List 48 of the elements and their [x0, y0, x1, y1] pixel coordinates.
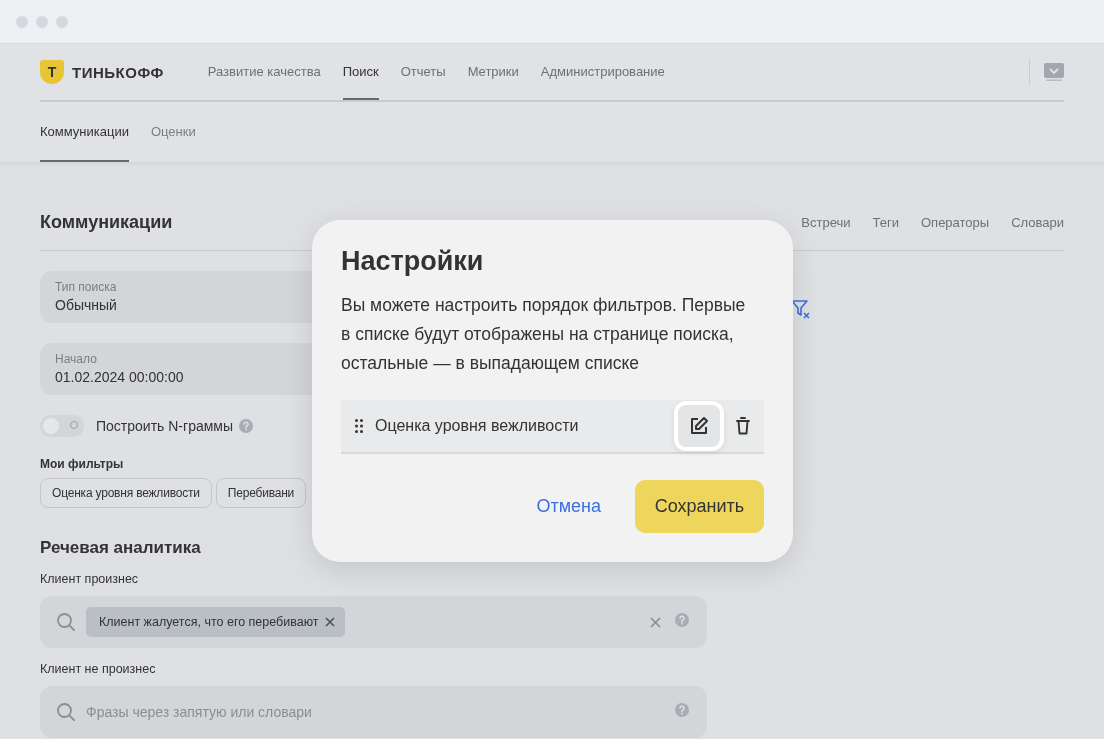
- filter-clear-icon[interactable]: [791, 299, 811, 319]
- filter-chip[interactable]: Перебивани: [215, 478, 307, 508]
- cancel-button[interactable]: Отмена: [536, 496, 601, 517]
- field-label: Клиент не произнес: [40, 662, 157, 676]
- nav-tab[interactable]: Развитие качества: [207, 44, 321, 100]
- section-tab[interactable]: Словари: [1011, 214, 1064, 230]
- search-bar[interactable]: Клиент жалуется, что его перебивают: [40, 596, 707, 648]
- edit-icon: [689, 416, 709, 436]
- dialog-title: Настройки: [341, 246, 485, 277]
- section-tab[interactable]: Операторы: [921, 214, 990, 230]
- field-label: Клиент произнес: [40, 572, 140, 586]
- section-label: Мои фильтры: [40, 457, 125, 471]
- save-button[interactable]: Сохранить: [635, 480, 764, 533]
- filter-row[interactable]: Оценка уровня вежливости: [341, 400, 764, 454]
- help-icon[interactable]: [675, 703, 689, 717]
- window-dot[interactable]: [36, 15, 48, 28]
- dialog-text: Вы можете настроить порядок фильтров. Первые в списке будут отображены на странице поиска, остальные — в выпадающем списке: [341, 294, 747, 375]
- nav-tab[interactable]: Поиск: [342, 44, 379, 100]
- window-dot[interactable]: [16, 15, 28, 28]
- search-icon: [56, 612, 76, 632]
- sub-tab[interactable]: Оценки: [150, 102, 196, 162]
- page-title: Коммуникации: [40, 211, 173, 233]
- section-title: Речевая аналитика: [40, 538, 202, 558]
- account-menu-icon[interactable]: [1044, 63, 1064, 81]
- remove-icon[interactable]: [324, 617, 335, 627]
- nav-tab[interactable]: Администрирование: [540, 44, 665, 100]
- trash-icon[interactable]: [736, 417, 750, 435]
- search-input[interactable]: Фразы через запятую или словари: [86, 704, 665, 720]
- drag-handle-icon[interactable]: [355, 419, 363, 433]
- edit-button[interactable]: [674, 401, 724, 451]
- search-icon: [56, 702, 76, 722]
- section-tab[interactable]: Встречи: [801, 214, 851, 230]
- section-tab[interactable]: Теги: [872, 214, 899, 230]
- window-dot[interactable]: [56, 15, 68, 28]
- filter-name: Оценка уровня вежливости: [375, 417, 580, 435]
- clear-icon[interactable]: [650, 616, 661, 628]
- filter-chip[interactable]: Оценка уровня вежливости: [40, 478, 212, 508]
- phrase-tag[interactable]: Клиент жалуется, что его перебивают: [86, 607, 345, 637]
- help-icon[interactable]: [239, 419, 253, 433]
- search-bar[interactable]: Фразы через запятую или словари: [40, 686, 707, 738]
- sub-tab[interactable]: Коммуникации: [40, 102, 129, 162]
- help-icon[interactable]: [675, 613, 689, 627]
- toggle-label: Построить N-граммы: [96, 418, 233, 434]
- logo-shield: Т: [40, 60, 64, 84]
- logo-text: ТИНЬКОФФ: [72, 63, 164, 81]
- nav-tab[interactable]: Метрики: [467, 44, 519, 100]
- nav-tab[interactable]: Отчеты: [400, 44, 446, 100]
- toggle-switch[interactable]: [40, 415, 84, 437]
